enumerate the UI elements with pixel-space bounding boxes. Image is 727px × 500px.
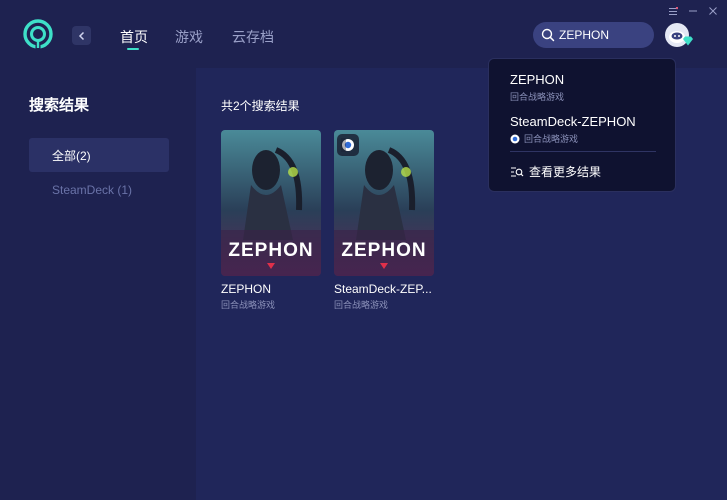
sidebar-item-all[interactable]: 全部(2) [29,138,169,172]
chevron-left-icon [78,31,84,40]
search-suggestions-dropdown: ZEPHON 回合战略游戏 SteamDeck-ZEPHON 回合战略游戏 查看… [488,58,676,192]
app-logo-icon[interactable] [22,19,54,51]
avatar[interactable] [665,23,693,47]
divider [510,151,656,152]
close-icon[interactable] [706,4,720,18]
cover-title: ZEPHON [228,240,313,261]
sidebar: 搜索结果 全部(2) SteamDeck (1) [0,68,196,500]
search-icon[interactable] [541,28,555,42]
cover-title: ZEPHON [341,240,426,261]
sidebar-item-label: SteamDeck (1) [52,183,133,197]
game-cover[interactable]: ZEPHON [334,130,434,276]
game-cover[interactable]: ZEPHON [221,130,321,276]
tab-cloud-saves[interactable]: 云存档 [232,27,274,47]
search-box[interactable] [533,22,654,48]
view-more-results-button[interactable]: 查看更多结果 [510,163,601,180]
search-list-icon [511,166,524,177]
suggestion-title: ZEPHON [510,72,565,87]
suggestion-subtitle-text: 回合战略游戏 [524,134,579,144]
diamond-badge-icon [683,36,693,46]
minimize-icon[interactable] [686,4,700,18]
sidebar-item-steamdeck[interactable]: SteamDeck (1) [29,173,169,207]
game-card[interactable]: ZEPHON SteamDeck-ZEP... 回合战略游戏 [334,130,434,311]
card-title[interactable]: ZEPHON [221,282,321,296]
back-button[interactable] [72,26,91,45]
suggestion-subtitle: 回合战略游戏 [510,132,636,145]
suggestion-title: SteamDeck-ZEPHON [510,114,636,129]
menu-icon[interactable] [666,4,680,18]
result-count: 共2个搜索结果 [221,99,300,113]
card-subtitle: 回合战略游戏 [334,300,389,310]
view-more-label: 查看更多结果 [529,165,602,179]
tab-games[interactable]: 游戏 [175,27,203,47]
card-subtitle: 回合战略游戏 [221,300,276,310]
suggestion-subtitle: 回合战略游戏 [510,90,564,103]
card-title[interactable]: SteamDeck-ZEP... [334,282,434,296]
steamdeck-icon [341,138,354,152]
sidebar-title: 搜索结果 [29,97,90,114]
cover-art: ZEPHON [221,130,321,276]
tab-home[interactable]: 首页 [120,27,148,47]
suggestion-item[interactable]: ZEPHON 回合战略游戏 [510,72,564,103]
steamdeck-badge [337,134,359,156]
game-card[interactable]: ZEPHON ZEPHON 回合战略游戏 [221,130,321,311]
steamdeck-icon [510,134,520,143]
sidebar-item-label: 全部(2) [52,148,91,163]
active-tab-indicator [127,48,139,50]
suggestion-subtitle-text: 回合战略游戏 [510,92,565,102]
suggestion-item[interactable]: SteamDeck-ZEPHON 回合战略游戏 [510,114,636,145]
search-input[interactable] [559,28,645,42]
